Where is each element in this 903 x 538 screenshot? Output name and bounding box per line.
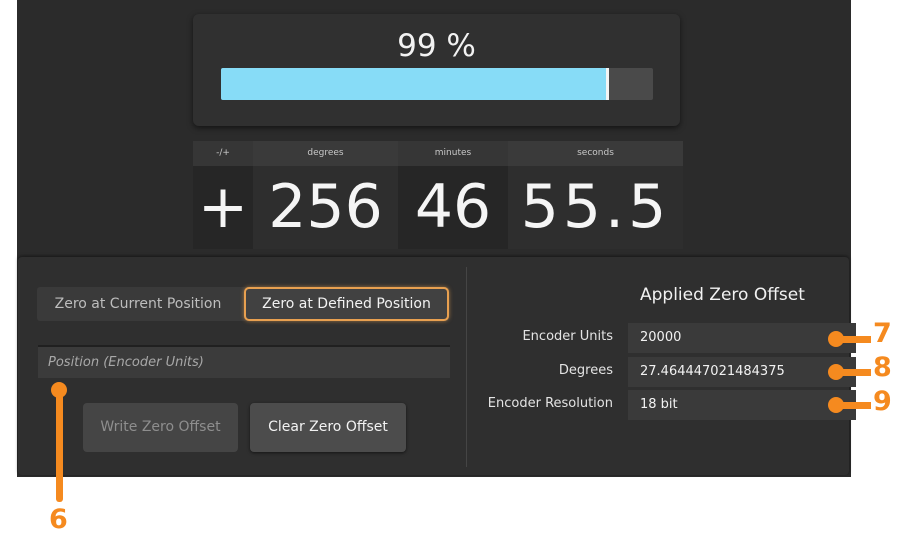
callout-6-dot — [51, 382, 67, 398]
encoder-resolution-label: Encoder Resolution — [487, 396, 613, 411]
progress-percent: 99 % — [397, 28, 476, 64]
clear-zero-offset-button[interactable]: Clear Zero Offset — [250, 403, 406, 452]
seconds-header: seconds — [508, 141, 683, 166]
encoder-units-label: Encoder Units — [522, 329, 613, 344]
callout-8-line — [838, 369, 871, 376]
callout-7-line — [838, 336, 871, 343]
zero-at-current-position-button[interactable]: Zero at Current Position — [37, 287, 239, 321]
progress-panel: 99 % — [193, 14, 680, 126]
write-zero-offset-button[interactable]: Write Zero Offset — [83, 403, 238, 452]
callout-9-number: 9 — [873, 386, 892, 417]
callout-8-number: 8 — [873, 352, 892, 383]
progress-bar-fill — [221, 68, 606, 100]
callout-6-line — [56, 384, 63, 502]
minutes-value: 46 — [414, 172, 492, 242]
degrees-header: degrees — [253, 141, 398, 166]
callout-6-number: 6 — [49, 504, 68, 535]
minutes-header: minutes — [398, 141, 508, 166]
angle-display: -/+ + degrees 256 minutes 46 seconds 55.… — [193, 141, 683, 249]
encoder-units-value: 20000 — [628, 323, 856, 353]
callout-9-line — [838, 402, 871, 409]
progress-bar-marker — [606, 68, 609, 100]
degrees-label: Degrees — [558, 363, 613, 378]
sign-value: + — [197, 172, 249, 242]
zero-at-defined-position-button[interactable]: Zero at Defined Position — [244, 287, 449, 321]
callout-7-number: 7 — [873, 318, 892, 349]
zero-mode-toggle: Zero at Current Position Zero at Defined… — [37, 287, 449, 321]
degrees-value-field: 27.464447021484375 — [628, 357, 856, 387]
position-input[interactable] — [38, 345, 450, 378]
degrees-value: 256 — [268, 172, 383, 242]
seconds-value: 55.5 — [520, 172, 671, 242]
encoder-resolution-value: 18 bit — [628, 390, 856, 420]
degrees-column: degrees 256 — [253, 141, 398, 249]
zero-offset-panel: Zero at Current Position Zero at Defined… — [18, 257, 856, 475]
sign-header: -/+ — [193, 141, 253, 166]
minutes-column: minutes 46 — [398, 141, 508, 249]
sign-column: -/+ + — [193, 141, 253, 249]
progress-bar — [221, 68, 653, 100]
applied-zero-offset-title: Applied Zero Offset — [640, 285, 805, 305]
seconds-column: seconds 55.5 — [508, 141, 683, 249]
